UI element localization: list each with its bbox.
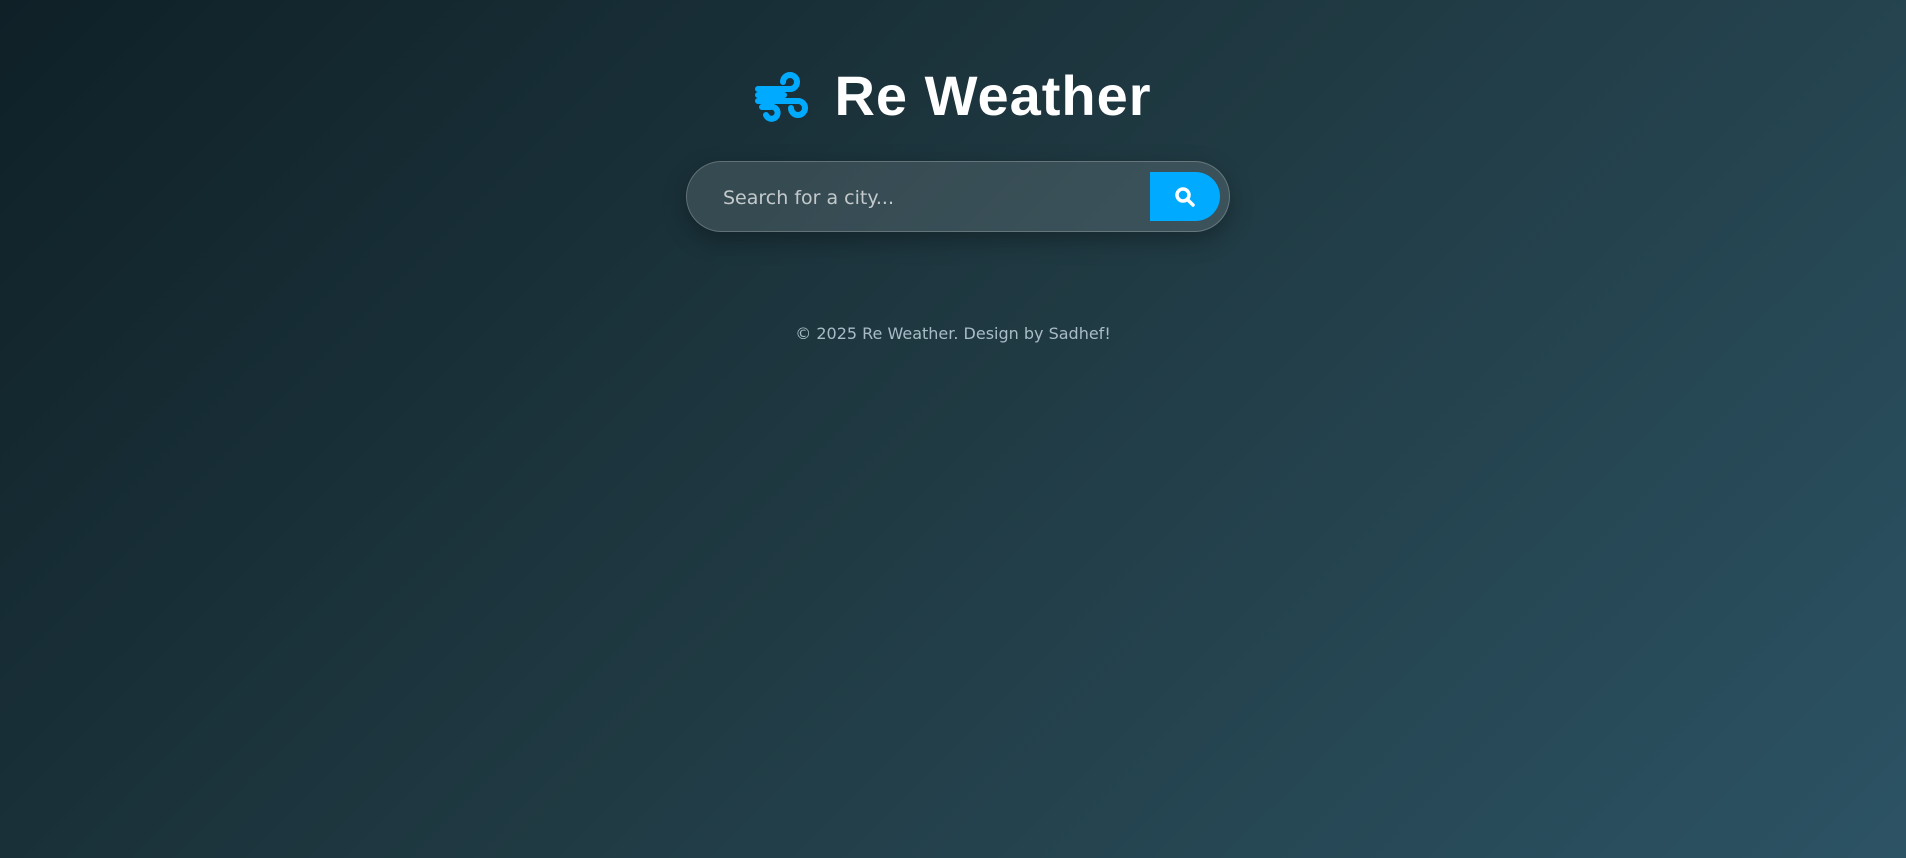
- city-search-input[interactable]: [721, 162, 1145, 233]
- search-button[interactable]: [1150, 172, 1220, 221]
- app-title: Re Weather: [834, 64, 1152, 127]
- app-header: Re Weather: [0, 68, 1906, 124]
- footer-text: © 2025 Re Weather. Design by Sadhef!: [795, 324, 1111, 343]
- wind-icon: [755, 72, 809, 122]
- search-bar: [686, 161, 1230, 233]
- search-icon: [1175, 186, 1195, 207]
